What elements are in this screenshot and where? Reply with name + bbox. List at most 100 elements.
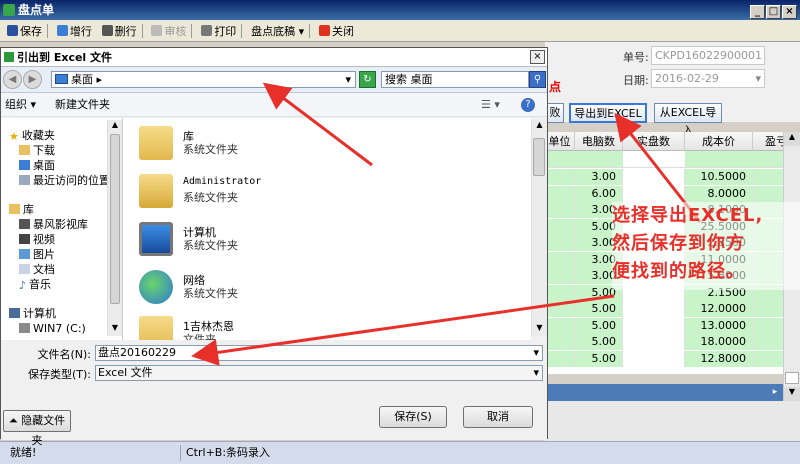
table-cell[interactable]: 18.0000 bbox=[685, 334, 753, 350]
table-cell[interactable] bbox=[623, 169, 685, 185]
save-toolbar-button[interactable]: 保存 bbox=[4, 21, 45, 43]
filename-input[interactable]: 盘点20160229 ▾ bbox=[95, 345, 543, 361]
scroll-down-icon[interactable]: ▼ bbox=[532, 323, 547, 335]
table-cell[interactable]: 5.00 bbox=[575, 334, 623, 350]
table-row[interactable]: 5.00 13.0000 bbox=[545, 317, 800, 334]
table-cell[interactable]: 5.00 bbox=[575, 350, 623, 367]
scroll-up-icon[interactable]: ▲ bbox=[784, 132, 800, 146]
tree-item-recent[interactable]: 最近访问的位置 bbox=[19, 173, 110, 188]
table-cell[interactable] bbox=[545, 235, 575, 251]
table-row[interactable]: 5.00 12.8000 bbox=[545, 350, 800, 367]
table-row[interactable]: 5.00 18.0000 bbox=[545, 334, 800, 350]
date-field[interactable]: 2016-02-29 ▾ bbox=[651, 69, 765, 88]
table-cell[interactable]: 10.5000 bbox=[685, 169, 753, 185]
table-cell[interactable] bbox=[545, 202, 575, 218]
search-icon[interactable]: ⚲ bbox=[529, 71, 546, 88]
maximize-button[interactable]: □ bbox=[766, 5, 781, 19]
search-input[interactable]: 搜索 桌面 bbox=[381, 71, 529, 88]
tree-item-videos[interactable]: 视频 bbox=[19, 232, 55, 247]
table-cell[interactable]: 3.00 bbox=[575, 169, 623, 185]
partial-button[interactable]: 败 bbox=[546, 103, 564, 123]
table-row[interactable]: 6.00 8.0000 bbox=[545, 185, 800, 202]
column-header[interactable]: 单位 bbox=[545, 132, 575, 151]
import-excel-button[interactable]: 从EXCEL导入 bbox=[654, 103, 722, 137]
tree-item-video-library[interactable]: 暴风影视库 bbox=[19, 217, 88, 232]
scroll-up-icon[interactable]: ▲ bbox=[108, 120, 122, 132]
audit-button[interactable]: 审核 bbox=[148, 21, 189, 43]
scroll-down-icon[interactable]: ▼ bbox=[784, 387, 800, 401]
scroll-thumb[interactable] bbox=[110, 134, 120, 304]
table-cell[interactable]: 6.00 bbox=[575, 185, 623, 202]
tree-item-downloads[interactable]: 下载 bbox=[19, 143, 55, 158]
scroll-thumb[interactable] bbox=[785, 372, 799, 384]
refresh-icon[interactable]: ↻ bbox=[359, 71, 376, 88]
save-button[interactable]: 保存(S) bbox=[379, 406, 447, 428]
column-header[interactable]: 电脑数 bbox=[575, 132, 623, 151]
table-cell[interactable] bbox=[623, 185, 685, 202]
chevron-down-icon[interactable]: ▾ bbox=[345, 72, 351, 87]
tree-item-computer[interactable]: 计算机 bbox=[9, 306, 56, 321]
add-row-button[interactable]: 增行 bbox=[54, 21, 95, 43]
chevron-down-icon[interactable]: ▾ bbox=[533, 366, 539, 380]
table-cell[interactable]: 12.8000 bbox=[685, 350, 753, 367]
table-cell[interactable] bbox=[623, 334, 685, 350]
column-header[interactable]: 成本价 bbox=[685, 132, 753, 151]
table-cell[interactable] bbox=[545, 185, 575, 202]
table-cell[interactable] bbox=[545, 317, 575, 334]
table-row[interactable]: 5.00 12.0000 bbox=[545, 301, 800, 317]
table-row[interactable]: 3.00 10.5000 bbox=[545, 169, 800, 185]
view-options-icon[interactable]: ☰ ▾ bbox=[481, 93, 500, 117]
table-cell[interactable] bbox=[545, 350, 575, 367]
tree-item-drive-c[interactable]: WIN7 (C:) bbox=[19, 321, 86, 336]
close-toolbar-button[interactable]: 关闭 bbox=[316, 21, 357, 43]
table-cell[interactable] bbox=[623, 317, 685, 334]
dialog-close-button[interactable]: × bbox=[530, 50, 545, 64]
table-cell[interactable] bbox=[545, 334, 575, 350]
filetype-select[interactable]: Excel 文件 ▾ bbox=[95, 365, 543, 381]
tree-item-music[interactable]: ♪ 音乐 bbox=[19, 277, 51, 292]
table-cell[interactable]: 5.00 bbox=[575, 317, 623, 334]
address-bar[interactable]: 桌面 ▸ ▾ bbox=[51, 71, 356, 88]
number-field[interactable]: CKPD16022900001 bbox=[651, 46, 765, 65]
help-icon[interactable]: ? bbox=[521, 98, 535, 112]
base-dropdown-button[interactable]: 盘点底稿 ▾ bbox=[248, 21, 307, 43]
scroll-thumb[interactable] bbox=[533, 138, 545, 176]
table-cell[interactable] bbox=[545, 251, 575, 268]
table-cell[interactable]: 13.0000 bbox=[685, 317, 753, 334]
new-folder-button[interactable]: 新建文件夹 bbox=[55, 93, 110, 117]
scroll-right-icon[interactable]: ▸ bbox=[769, 386, 781, 398]
organize-button[interactable]: 组织 ▾ bbox=[5, 93, 36, 117]
table-cell[interactable] bbox=[545, 218, 575, 235]
tree-scrollbar[interactable]: ▲ ▼ bbox=[107, 120, 122, 336]
table-cell[interactable] bbox=[623, 301, 685, 317]
back-icon[interactable]: ◀ bbox=[3, 70, 22, 89]
tree-item-documents[interactable]: 文档 bbox=[19, 262, 55, 277]
tree-item-favorites[interactable]: ★ 收藏夹 bbox=[9, 128, 55, 143]
delete-row-button[interactable]: 删行 bbox=[99, 21, 140, 43]
table-cell[interactable]: 12.0000 bbox=[685, 301, 753, 317]
table-cell[interactable] bbox=[545, 301, 575, 317]
close-window-button[interactable]: × bbox=[782, 5, 797, 19]
print-button[interactable]: 打印 bbox=[198, 21, 239, 43]
close-icon bbox=[319, 25, 330, 36]
table-cell[interactable] bbox=[545, 268, 575, 284]
chevron-down-icon[interactable]: ▾ bbox=[533, 346, 539, 360]
scroll-down-icon[interactable]: ▼ bbox=[108, 323, 122, 335]
tree-item-pictures[interactable]: 图片 bbox=[19, 247, 55, 262]
hide-folders-button[interactable]: ⏶ 隐藏文件夹 bbox=[3, 410, 71, 447]
scroll-up-icon[interactable]: ▲ bbox=[532, 120, 547, 132]
table-cell[interactable] bbox=[623, 350, 685, 367]
chevron-up-icon: ⏶ bbox=[8, 414, 18, 427]
cancel-button[interactable]: 取消 bbox=[463, 406, 533, 428]
table-cell[interactable] bbox=[545, 284, 575, 301]
table-cell[interactable]: 5.00 bbox=[575, 301, 623, 317]
grid-horizontal-scrollbar[interactable]: ▸ bbox=[545, 384, 783, 401]
column-header[interactable]: 实盘数 bbox=[623, 132, 685, 151]
export-excel-button[interactable]: 导出到EXCEL bbox=[569, 103, 647, 123]
minimize-button[interactable]: _ bbox=[750, 5, 765, 19]
tree-item-libraries[interactable]: 库 bbox=[9, 202, 34, 217]
forward-icon[interactable]: ▶ bbox=[23, 70, 42, 89]
table-cell[interactable] bbox=[545, 169, 575, 185]
tree-item-desktop[interactable]: 桌面 bbox=[19, 158, 55, 173]
table-cell[interactable]: 8.0000 bbox=[685, 185, 753, 202]
